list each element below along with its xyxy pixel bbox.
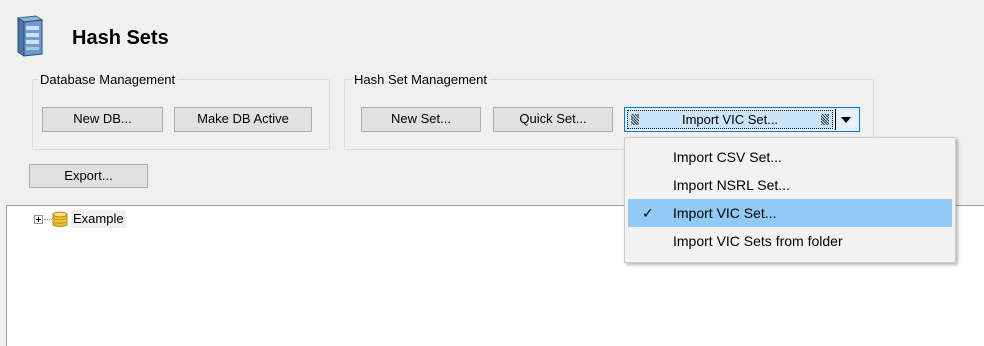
dither-right bbox=[821, 114, 829, 125]
chevron-down-icon bbox=[841, 117, 851, 123]
tree-item-example[interactable]: Example bbox=[34, 210, 154, 230]
make-db-active-button[interactable]: Make DB Active bbox=[174, 107, 312, 132]
menu-item-import-nsrl[interactable]: Import NSRL Set... bbox=[628, 171, 952, 199]
page-title: Hash Sets bbox=[72, 27, 169, 49]
menu-item-label: Import NSRL Set... bbox=[673, 177, 790, 193]
export-button[interactable]: Export... bbox=[29, 164, 148, 188]
new-set-button[interactable]: New Set... bbox=[361, 107, 481, 132]
menu-item-import-vic-folder[interactable]: Import VIC Sets from folder bbox=[628, 227, 952, 255]
database-management-label: Database Management bbox=[38, 72, 178, 88]
import-selected-label: Import VIC Set... bbox=[681, 112, 779, 127]
hash-sets-icon bbox=[12, 14, 46, 58]
menu-item-import-vic[interactable]: ✓ Import VIC Set... bbox=[628, 199, 952, 227]
import-split-button[interactable]: Import VIC Set... bbox=[624, 107, 860, 132]
tree-item-label: Example bbox=[71, 210, 126, 228]
checkmark-icon: ✓ bbox=[642, 205, 654, 221]
import-dropdown-menu: Import CSV Set... Import NSRL Set... ✓ I… bbox=[624, 137, 956, 263]
menu-item-label: Import VIC Set... bbox=[673, 205, 777, 221]
quick-set-button[interactable]: Quick Set... bbox=[493, 107, 613, 132]
menu-item-label: Import VIC Sets from folder bbox=[673, 233, 843, 249]
import-main-button[interactable]: Import VIC Set... bbox=[627, 110, 833, 129]
hash-set-management-label: Hash Set Management bbox=[352, 72, 489, 88]
expand-plus-icon[interactable] bbox=[34, 215, 43, 224]
dither-left bbox=[631, 114, 639, 125]
menu-item-label: Import CSV Set... bbox=[673, 149, 782, 165]
new-db-button[interactable]: New DB... bbox=[42, 107, 163, 132]
database-icon bbox=[52, 211, 68, 228]
import-dropdown-arrow[interactable] bbox=[835, 109, 857, 130]
menu-item-import-csv[interactable]: Import CSV Set... bbox=[628, 143, 952, 171]
